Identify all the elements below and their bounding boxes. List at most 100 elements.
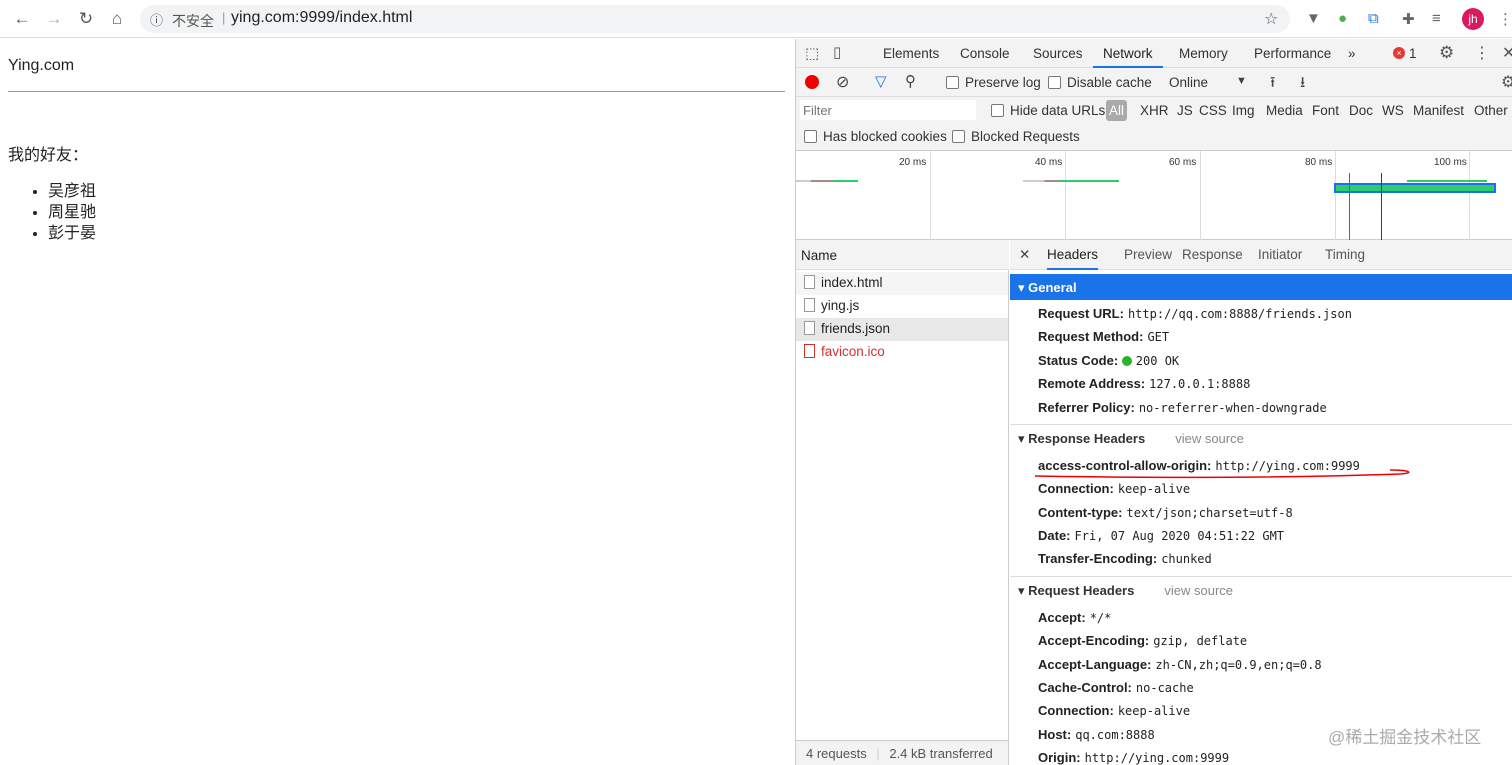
forward-icon[interactable]: →	[44, 9, 64, 29]
chevron-down-icon[interactable]: ▼	[1236, 75, 1247, 87]
error-count[interactable]: 1	[1409, 46, 1417, 61]
more-menu-icon[interactable]: ⋮	[1474, 43, 1490, 63]
file-icon	[804, 298, 815, 312]
tab-network[interactable]: Network	[1093, 46, 1162, 68]
section-title: General	[1028, 280, 1077, 295]
tick-label: 80 ms	[1305, 157, 1333, 168]
tab-headers[interactable]: Headers	[1047, 247, 1099, 270]
settings-icon[interactable]: ⚙	[1439, 43, 1454, 63]
error-icon[interactable]: ×	[1393, 47, 1405, 59]
tab-preview[interactable]: Preview	[1124, 247, 1172, 262]
address-bar[interactable]: ⓘ 不安全 | ying.com:9999/index.html ☆	[140, 5, 1290, 33]
list-item: 周星驰	[48, 198, 96, 221]
filter-type-ws[interactable]: WS	[1382, 103, 1404, 118]
general-section-header[interactable]: ▾ General	[1010, 274, 1512, 300]
request-row[interactable]: index.html	[796, 272, 1008, 295]
filter-type-media[interactable]: Media	[1266, 103, 1303, 118]
extension-green-icon[interactable]: ●	[1338, 10, 1347, 27]
view-source-link[interactable]: view source	[1164, 583, 1233, 598]
header-row: Accept: */*	[1038, 610, 1112, 625]
avatar[interactable]: jh	[1462, 8, 1484, 30]
divider	[1010, 576, 1512, 577]
search-icon[interactable]: ⚲	[905, 72, 916, 90]
domcontentloaded-line	[1349, 173, 1350, 240]
filter-type-xhr[interactable]: XHR	[1140, 103, 1169, 118]
header-row: Connection: keep-alive	[1038, 703, 1191, 718]
more-tabs-button[interactable]: »	[1348, 46, 1356, 61]
extension-v-icon[interactable]: ▼	[1306, 10, 1321, 27]
close-icon[interactable]: ✕	[1502, 43, 1512, 63]
request-bar	[796, 180, 834, 182]
home-icon[interactable]: ⌂	[107, 9, 127, 29]
tab-memory[interactable]: Memory	[1179, 46, 1228, 61]
tab-sources[interactable]: Sources	[1033, 46, 1083, 61]
filter-type-css[interactable]: CSS	[1199, 103, 1227, 118]
media-icon[interactable]: ≡	[1432, 10, 1441, 27]
response-headers-section-header[interactable]: ▾ Response Headers view source	[1010, 431, 1512, 447]
disable-cache-label: Disable cache	[1067, 75, 1152, 90]
header-row: Request URL: http://qq.com:8888/friends.j…	[1038, 306, 1352, 321]
grid-line	[1469, 151, 1470, 240]
info-icon[interactable]: ⓘ	[150, 10, 163, 29]
tab-console[interactable]: Console	[960, 46, 1010, 61]
import-har-icon[interactable]: ⭱	[1270, 72, 1275, 97]
request-bar	[1023, 180, 1059, 182]
request-row-selected[interactable]: friends.json	[796, 318, 1008, 341]
page-content: Ying.com 我的好友： 吴彦祖 周星驰 彭于晏	[0, 39, 795, 765]
status-ok-icon	[1121, 356, 1132, 366]
star-icon[interactable]: ☆	[1264, 9, 1278, 29]
detail-tabbar: ✕ Headers Preview Response Initiator Tim…	[1010, 240, 1512, 270]
grid-line	[1065, 151, 1066, 240]
filter-type-manifest[interactable]: Manifest	[1413, 103, 1464, 118]
tab-timing[interactable]: Timing	[1325, 247, 1365, 262]
request-row-error[interactable]: favicon.ico	[796, 341, 1008, 364]
list-item: 彭于晏	[48, 219, 96, 242]
clear-icon[interactable]: ⊘	[836, 72, 849, 92]
preserve-log-checkbox[interactable]: Preserve log	[946, 75, 1041, 90]
blocked-requests-checkbox[interactable]: Blocked Requests	[952, 129, 1080, 144]
export-har-icon[interactable]: ⭳	[1300, 72, 1305, 97]
close-details-icon[interactable]: ✕	[1019, 247, 1030, 263]
puzzle-icon[interactable]: ✚	[1402, 10, 1415, 28]
device-toggle-icon[interactable]: ▯	[833, 43, 841, 61]
filter-type-js[interactable]: JS	[1177, 103, 1193, 118]
request-row[interactable]: ying.js	[796, 295, 1008, 318]
network-settings-icon[interactable]: ⚙	[1501, 72, 1512, 92]
filter-type-img[interactable]: Img	[1232, 103, 1255, 118]
throttle-select[interactable]: Online	[1169, 75, 1208, 90]
request-list: Name index.html ying.js friends.json fav…	[796, 240, 1009, 740]
header-row: Request Method: GET	[1038, 329, 1170, 344]
filter-type-other[interactable]: Other	[1474, 103, 1508, 118]
tab-performance[interactable]: Performance	[1254, 46, 1331, 61]
back-icon[interactable]: ←	[12, 9, 32, 29]
name-column-header[interactable]: Name	[796, 240, 1009, 270]
filter-input[interactable]	[800, 100, 976, 120]
filter-icon[interactable]: ▽	[875, 72, 887, 90]
file-icon	[804, 275, 815, 289]
record-icon[interactable]	[805, 75, 819, 89]
filter-type-all[interactable]: All	[1106, 100, 1128, 121]
has-blocked-cookies-checkbox[interactable]: Has blocked cookies	[804, 129, 947, 144]
filter-type-doc[interactable]: Doc	[1349, 103, 1373, 118]
tab-elements[interactable]: Elements	[883, 46, 939, 61]
view-source-link[interactable]: view source	[1175, 431, 1244, 446]
header-row: Remote Address: 127.0.0.1:8888	[1038, 376, 1251, 391]
tab-response[interactable]: Response	[1182, 247, 1243, 262]
extension-blue-icon[interactable]: ⧉	[1368, 10, 1379, 27]
filter-type-font[interactable]: Font	[1312, 103, 1339, 118]
disable-cache-checkbox[interactable]: Disable cache	[1048, 75, 1152, 90]
header-row: Accept-Language: zh-CN,zh;q=0.9,en;q=0.8	[1038, 657, 1322, 672]
menu-icon[interactable]: ⋮	[1498, 10, 1512, 28]
request-bar	[1407, 180, 1487, 182]
reload-icon[interactable]: ↻	[76, 9, 96, 29]
url-text[interactable]: ying.com:9999/index.html	[231, 9, 412, 27]
grid-line	[1335, 151, 1336, 240]
header-row: Transfer-Encoding: chunked	[1038, 551, 1212, 566]
header-row: Accept-Encoding: gzip, deflate	[1038, 633, 1248, 648]
friends-list: 吴彦祖 周星驰 彭于晏	[48, 177, 96, 242]
inspect-icon[interactable]: ⬚	[805, 44, 819, 62]
request-headers-section-header[interactable]: ▾ Request Headers view source	[1010, 583, 1512, 599]
hide-data-urls-checkbox[interactable]: Hide data URLs	[991, 103, 1105, 118]
tab-initiator[interactable]: Initiator	[1258, 247, 1302, 262]
network-overview-timeline[interactable]: 20 ms 40 ms 60 ms 80 ms 100 ms	[796, 151, 1512, 240]
